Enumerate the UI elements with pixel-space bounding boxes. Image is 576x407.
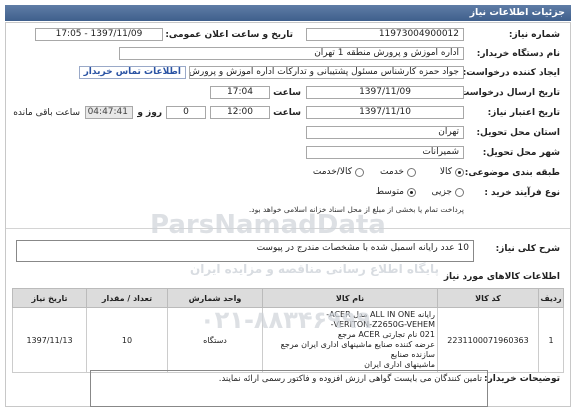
col-code: کد کالا	[437, 288, 539, 308]
buyer-org-label: نام دستگاه خریدار:	[476, 49, 560, 59]
city-label: شهر محل تحویل:	[482, 148, 560, 158]
item-name-line: ماشینهای اداری ایران	[364, 360, 435, 369]
announce-label: تاریخ و ساعت اعلان عمومی:	[165, 30, 293, 40]
radio-empty-icon	[407, 167, 416, 177]
buyer-notes-label: توضیحات خریدار:	[484, 374, 560, 384]
purchase-type-label: نوع فرآیند خرید :	[484, 188, 560, 198]
purchase-radio-minor[interactable]: جزیی	[431, 187, 464, 197]
table-row: 1 2231100071960363 رایانه ALL IN ONE مدل…	[12, 307, 564, 373]
send-time-field[interactable]: 17:04	[210, 86, 270, 99]
goods-table-header: ردیف کد کالا نام کالا واحد شمارش تعداد /…	[12, 288, 564, 308]
page-title: جزئیات اطلاعات نیاز	[5, 5, 571, 21]
item-unit: دستگاه	[167, 307, 263, 373]
col-row: ردیف	[538, 288, 564, 308]
col-name: نام کالا	[262, 288, 438, 308]
need-number-field[interactable]: 11973004900012	[306, 28, 464, 41]
item-name-line: 021 نام تجارتی ACER مرجع	[337, 330, 435, 339]
item-name-line: VERITON-Z2650G-VEHEM-	[330, 320, 435, 329]
section-divider	[6, 228, 570, 229]
need-number-label: شماره نیاز:	[508, 30, 560, 40]
buyer-contact-link[interactable]: اطلاعات تماس خریدار	[78, 66, 186, 79]
item-name-line: رایانه ALL IN ONE مدل ACER-	[326, 310, 435, 319]
description-label: شرح کلی نیاز:	[495, 244, 560, 254]
radio-selected-icon	[407, 187, 416, 197]
need-details-page: جزئیات اطلاعات نیاز شماره نیاز: 11973004…	[0, 0, 576, 407]
remaining-time-field: 04:47:41	[85, 106, 133, 119]
city-field[interactable]: شمیرانات	[306, 146, 464, 159]
creator-label: ایجاد کننده درخواست:	[462, 68, 560, 78]
validity-time-field[interactable]: 12:00	[210, 106, 270, 119]
category-radio-service[interactable]: خدمت	[380, 167, 416, 177]
item-name: رایانه ALL IN ONE مدل ACER- VERITON-Z265…	[262, 307, 438, 373]
validity-hour-label: ساعت	[273, 108, 301, 118]
category-option-label: خدمت	[380, 167, 404, 177]
item-date: 1397/11/13	[12, 307, 87, 373]
category-option-label: کالا	[439, 167, 452, 177]
validity-date-field[interactable]: 1397/11/10	[306, 106, 464, 119]
purchase-note: پرداخت تمام یا بخشی از مبلغ از محل اسناد…	[248, 205, 464, 214]
row-number: 1	[538, 307, 564, 373]
category-label: طبقه بندی موضوعی:	[464, 168, 560, 178]
category-radio-goods[interactable]: کالا	[440, 167, 464, 177]
purchase-option-label: جزیی	[431, 187, 452, 197]
province-field[interactable]: تهران	[306, 126, 464, 139]
buyer-org-field[interactable]: اداره آموزش و پرورش منطقه 1 تهران	[119, 47, 464, 60]
col-unit: واحد شمارش	[167, 288, 263, 308]
purchase-option-label: متوسط	[375, 187, 404, 197]
purchase-radio-medium[interactable]: متوسط	[376, 187, 416, 197]
remaining-label: ساعت باقی مانده	[13, 108, 80, 118]
remaining-days-field[interactable]: 0	[166, 106, 206, 119]
buyer-notes-box: تامین کنندگان می بایست گواهی ارزش افزوده…	[90, 370, 488, 407]
description-box: 10 عدد رایانه اسمبل شده با مشخصات مندرج …	[16, 240, 474, 262]
category-radio-goods-service[interactable]: کالا/خدمت	[313, 167, 364, 177]
col-date: تاریخ نیاز	[12, 288, 87, 308]
announce-field[interactable]: 1397/11/09 - 17:05	[35, 28, 163, 41]
send-hour-label: ساعت	[273, 88, 301, 98]
province-label: استان محل تحویل:	[476, 128, 560, 138]
validity-date-label: تاریخ اعتبار نیاز:	[487, 108, 560, 118]
item-code: 2231100071960363	[437, 307, 539, 373]
days-and-label: روز و	[137, 108, 162, 118]
category-option-label: کالا/خدمت	[312, 167, 352, 177]
radio-empty-icon	[455, 187, 464, 197]
creator-field[interactable]: جواد حمزه کارشناس مسئول پشتیبانی و تدارک…	[189, 66, 464, 79]
radio-selected-icon	[455, 167, 464, 177]
item-name-line: عرضه کننده صنایع ماشینهای اداری ایران مر…	[280, 340, 435, 359]
goods-table: ردیف کد کالا نام کالا واحد شمارش تعداد /…	[12, 288, 564, 373]
send-date-field[interactable]: 1397/11/09	[306, 86, 464, 99]
goods-section-title: اطلاعات کالاهای مورد نیاز	[443, 272, 560, 282]
send-date-label: تاریخ ارسال درخواست:	[456, 88, 560, 98]
item-qty: 10	[86, 307, 168, 373]
col-qty: تعداد / مقدار	[86, 288, 168, 308]
radio-empty-icon	[355, 167, 364, 177]
